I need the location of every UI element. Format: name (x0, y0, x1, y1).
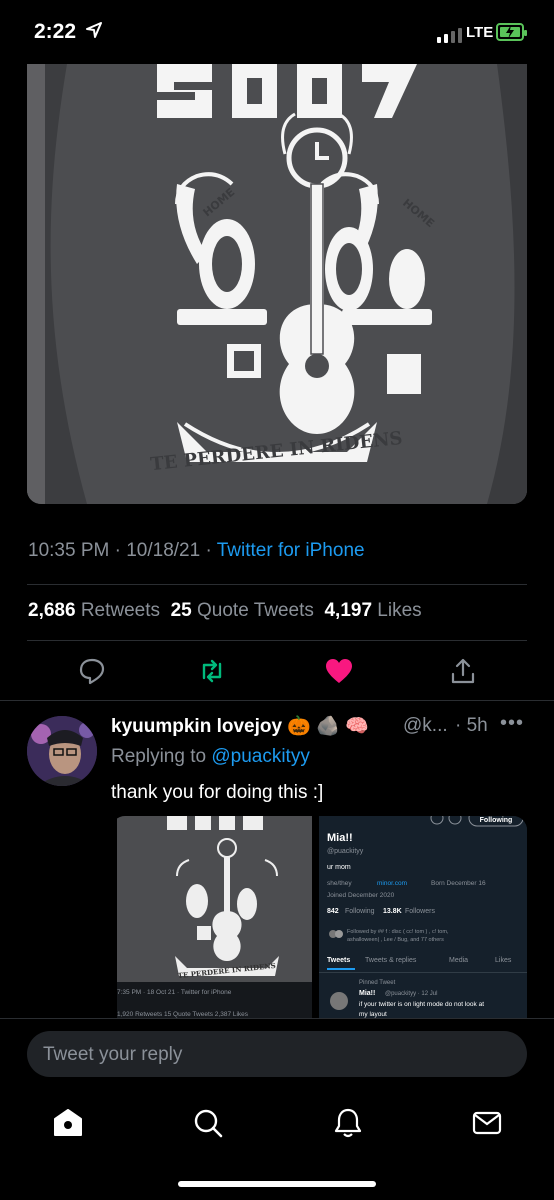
svg-text:if your twitter is on light mo: if your twitter is on light mode do not … (359, 1001, 484, 1008)
svg-text:1,920 Retweets 15 Quote Tweet: 1,920 Retweets 15 Quote Tweets 2,387 Lik… (117, 1011, 249, 1018)
bottom-tab-bar (0, 1100, 554, 1150)
tweet-time: 10:35 PM (28, 540, 110, 561)
divider (27, 584, 527, 585)
reply-media[interactable]: TE PERDERE IN RIDENS 7:35 PM · 18 Oct 21… (111, 816, 527, 1019)
reply-image-1[interactable]: TE PERDERE IN RIDENS 7:35 PM · 18 Oct 21… (117, 816, 312, 1019)
svg-text:she/they: she/they (327, 880, 352, 887)
reply-compose-input[interactable]: Tweet your reply (27, 1031, 527, 1077)
quotes-stat[interactable]: 25 Quote Tweets (171, 600, 314, 621)
location-arrow-icon (86, 22, 102, 38)
svg-text:ashalloween| , Lee / Bug, and: ashalloween| , Lee / Bug, and 77 others (347, 937, 444, 943)
home-indicator (178, 1181, 376, 1187)
tweet-actions (0, 656, 554, 686)
status-time: 2:22 (34, 20, 77, 43)
signal-icon (437, 28, 462, 43)
divider (0, 700, 554, 701)
svg-text:Likes: Likes (495, 957, 512, 964)
svg-text:Followers: Followers (405, 908, 435, 915)
svg-text:Mia!!: Mia!! (327, 832, 353, 844)
svg-text:minor.com: minor.com (377, 880, 407, 887)
replying-to-handle[interactable]: @puackityy (211, 746, 310, 767)
tweet-timestamp: 10:35 PM · 10/18/21 · Twitter for iPhone (28, 540, 365, 561)
reply-age: · 5h (455, 715, 488, 736)
messages-icon[interactable] (470, 1106, 504, 1140)
svg-text:842: 842 (327, 908, 339, 915)
rock-emoji-icon: 🪨 (316, 716, 340, 737)
share-icon[interactable] (448, 656, 478, 686)
svg-text:ur mom: ur mom (327, 864, 351, 871)
svg-text:Born December 16: Born December 16 (431, 880, 486, 887)
compose-placeholder: Tweet your reply (43, 1044, 183, 1065)
svg-text:Tweets: Tweets (327, 957, 350, 964)
likes-stat[interactable]: 4,197 Likes (324, 600, 421, 621)
reply-handle[interactable]: @k... (403, 715, 448, 737)
brain-emoji-icon: 🧠 (345, 716, 369, 737)
divider (0, 1018, 554, 1019)
replying-to: Replying to @puackityy (111, 746, 310, 767)
reply-image-2[interactable]: Following Mia!! @puackityy ur mom she/th… (319, 816, 527, 1019)
tweet-source-link[interactable]: Twitter for iPhone (217, 540, 365, 561)
svg-text:Media: Media (449, 957, 468, 964)
status-bar: 2:22 LTE (0, 0, 554, 64)
tweet-date: 10/18/21 (126, 540, 201, 561)
svg-text:Tweets & replies: Tweets & replies (365, 957, 417, 964)
reply-text: thank you for doing this :] (111, 782, 324, 803)
svg-text:Following: Following (480, 817, 513, 824)
reply-author: kyuumpkin lovejoy 🎃 🪨 🧠 (111, 714, 369, 738)
search-icon[interactable] (191, 1106, 225, 1140)
svg-text:Mia!!: Mia!! (359, 990, 375, 997)
svg-text:13.8K: 13.8K (383, 908, 402, 915)
reply-icon[interactable] (77, 656, 107, 686)
retweet-icon[interactable] (197, 656, 227, 686)
svg-text:Followed by ## f : disc ( cc!: Followed by ## f : disc ( cc! tom ) , c!… (347, 929, 449, 935)
more-options-icon[interactable]: ••• (500, 712, 524, 735)
shirt-graphic: TE PERDERE IN RIDENS HOME HOME (27, 64, 527, 504)
pumpkin-emoji-icon: 🎃 (287, 716, 311, 737)
divider (27, 640, 527, 641)
like-icon[interactable] (324, 656, 354, 686)
svg-text:my layout: my layout (359, 1011, 387, 1018)
reply-author-name[interactable]: kyuumpkin lovejoy (111, 716, 282, 737)
battery-icon (496, 23, 527, 41)
svg-text:Following: Following (345, 908, 375, 915)
home-icon[interactable] (51, 1106, 85, 1140)
svg-text:7:35 PM · 18 Oct 21 · Twitter: 7:35 PM · 18 Oct 21 · Twitter for iPhone (117, 989, 232, 996)
svg-text:@puackityy · 12 Jul: @puackityy · 12 Jul (385, 991, 437, 997)
reply-avatar[interactable] (27, 716, 97, 786)
svg-text:@puackityy: @puackityy (327, 848, 364, 855)
notifications-icon[interactable] (331, 1106, 365, 1140)
network-label: LTE (466, 24, 494, 41)
svg-text:Pinned Tweet: Pinned Tweet (359, 980, 396, 986)
tweet-image[interactable]: TE PERDERE IN RIDENS HOME HOME (27, 64, 527, 504)
retweets-stat[interactable]: 2,686 Retweets (28, 600, 160, 621)
svg-text:Joined December 2020: Joined December 2020 (327, 892, 395, 899)
tweet-stats: 2,686 Retweets 25 Quote Tweets 4,197 Lik… (28, 600, 422, 622)
